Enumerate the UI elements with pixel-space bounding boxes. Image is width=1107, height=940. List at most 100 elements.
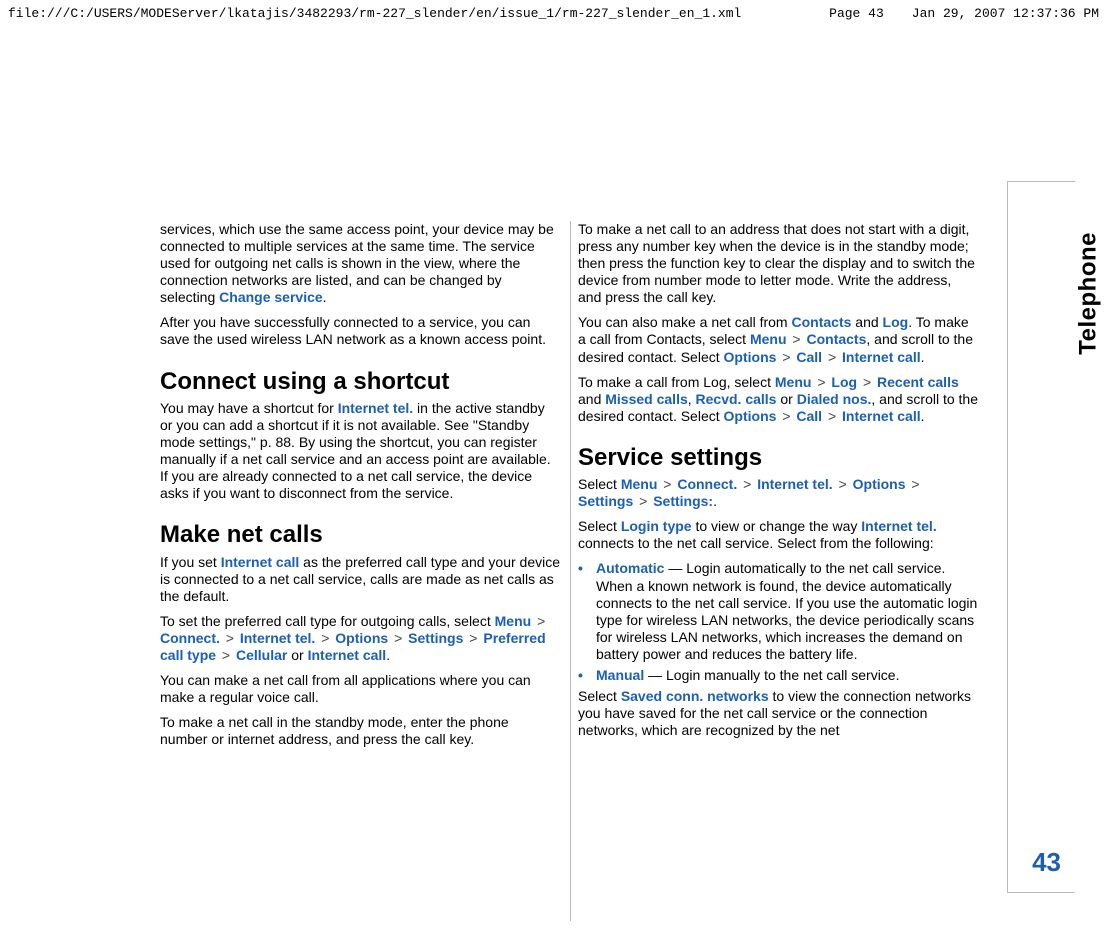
text: and (578, 391, 605, 407)
menu-path: Settings: (653, 493, 713, 509)
separator-icon: > (911, 476, 919, 492)
text: connects to the net call service. Select… (578, 535, 934, 551)
menu-path: Call (796, 349, 822, 365)
text: You may have a shortcut for (160, 400, 338, 416)
menu-path: Menu (750, 331, 787, 347)
menu-path: Connect. (160, 630, 220, 646)
paragraph: You can make a net call from all applica… (160, 672, 560, 706)
link-internet-tel: Internet tel. (338, 400, 413, 416)
separator-icon: > (537, 613, 545, 629)
text: To make a call from Log, select (578, 374, 775, 390)
menu-path: Options (853, 476, 906, 492)
link-saved-networks: Saved conn. networks (621, 688, 769, 704)
menu-path: Options (724, 408, 777, 424)
menu-path: Internet tel. (757, 476, 832, 492)
menu-path: Internet tel. (240, 630, 315, 646)
bullet-icon: • (578, 560, 596, 577)
menu-path: Recvd. calls (696, 391, 777, 407)
menu-path: Recent calls (877, 374, 959, 390)
menu-path: Menu (495, 613, 532, 629)
text: or (776, 391, 796, 407)
menu-path: Settings (578, 493, 633, 509)
text: . (921, 349, 925, 365)
separator-icon: > (828, 408, 836, 424)
menu-path: Dialed nos. (797, 391, 872, 407)
text: . (386, 647, 390, 663)
menu-path: Menu (775, 374, 812, 390)
text: or (287, 647, 307, 663)
separator-icon: > (792, 331, 800, 347)
separator-icon: > (828, 349, 836, 365)
content-area: Telephone 43 services, which use the sam… (0, 31, 1107, 911)
link-change-service: Change service (219, 289, 323, 305)
separator-icon: > (782, 408, 790, 424)
link-log: Log (883, 314, 909, 330)
menu-path: Menu (621, 476, 658, 492)
text: to view or change the way (692, 518, 862, 534)
separator-icon: > (394, 630, 402, 646)
right-rail: Telephone 43 (1007, 181, 1075, 893)
page-indicator: Page 43 (829, 6, 884, 21)
link-internet-call: Internet call (221, 554, 300, 570)
separator-icon: > (863, 374, 871, 390)
right-column: To make a net call to an address that do… (578, 221, 978, 756)
paragraph: You may have a shortcut for Internet tel… (160, 400, 560, 502)
text: Select (578, 688, 621, 704)
separator-icon: > (639, 493, 647, 509)
menu-path: Contacts (806, 331, 866, 347)
menu-path: Log (831, 374, 857, 390)
left-column: services, which use the same access poin… (160, 221, 560, 756)
heading-make-net-calls: Make net calls (160, 520, 560, 549)
link-login-type: Login type (621, 518, 692, 534)
text: Select (578, 476, 621, 492)
text: and (851, 314, 882, 330)
heading-service-settings: Service settings (578, 443, 978, 472)
link-contacts: Contacts (792, 314, 852, 330)
menu-path: Options (335, 630, 388, 646)
section-label: Telephone (1075, 232, 1103, 355)
paragraph: To make a net call in the standby mode, … (160, 714, 560, 748)
paragraph: services, which use the same access poin… (160, 221, 560, 306)
paragraph: Select Login type to view or change the … (578, 518, 978, 552)
option-manual: Manual (596, 667, 644, 683)
separator-icon: > (222, 647, 230, 663)
separator-icon: > (782, 349, 790, 365)
text: . (713, 493, 717, 509)
menu-path: Connect. (677, 476, 737, 492)
menu-path: Missed calls (605, 391, 688, 407)
list-item: • Automatic — Login automatically to the… (578, 560, 978, 662)
paragraph: To set the preferred call type for outgo… (160, 613, 560, 664)
separator-icon: > (226, 630, 234, 646)
text: You can also make a net call from (578, 314, 792, 330)
menu-path: Call (796, 408, 822, 424)
text: Select (578, 518, 621, 534)
paragraph: To make a net call to an address that do… (578, 221, 978, 306)
menu-path: Settings (408, 630, 463, 646)
separator-icon: > (321, 630, 329, 646)
paragraph: Select Saved conn. networks to view the … (578, 688, 978, 739)
menu-path: Internet call (842, 349, 921, 365)
option-automatic: Automatic (596, 560, 664, 576)
separator-icon: > (817, 374, 825, 390)
list-item-body: Automatic — Login automatically to the n… (596, 560, 978, 662)
paragraph: You can also make a net call from Contac… (578, 314, 978, 365)
paragraph: After you have successfully connected to… (160, 314, 560, 348)
list-item-body: Manual — Login manually to the net call … (596, 667, 978, 684)
menu-path: Internet call (842, 408, 921, 424)
menu-path: Cellular (236, 647, 287, 663)
paragraph: To make a call from Log, select Menu > L… (578, 374, 978, 425)
menu-path: Internet call (308, 647, 387, 663)
link-internet-tel: Internet tel. (861, 518, 936, 534)
list-item: • Manual — Login manually to the net cal… (578, 667, 978, 684)
page-header: file:///C:/USERS/MODEServer/lkatajis/348… (0, 0, 1107, 21)
text: . (323, 289, 327, 305)
separator-icon: > (469, 630, 477, 646)
bullet-icon: • (578, 667, 596, 684)
heading-connect-shortcut: Connect using a shortcut (160, 367, 560, 396)
paragraph: Select Menu > Connect. > Internet tel. >… (578, 476, 978, 510)
file-path: file:///C:/USERS/MODEServer/lkatajis/348… (8, 6, 741, 21)
text: If you set (160, 554, 221, 570)
text: — Login manually to the net call service… (644, 667, 899, 683)
text: , (688, 391, 696, 407)
timestamp: Jan 29, 2007 12:37:36 PM (912, 6, 1099, 21)
